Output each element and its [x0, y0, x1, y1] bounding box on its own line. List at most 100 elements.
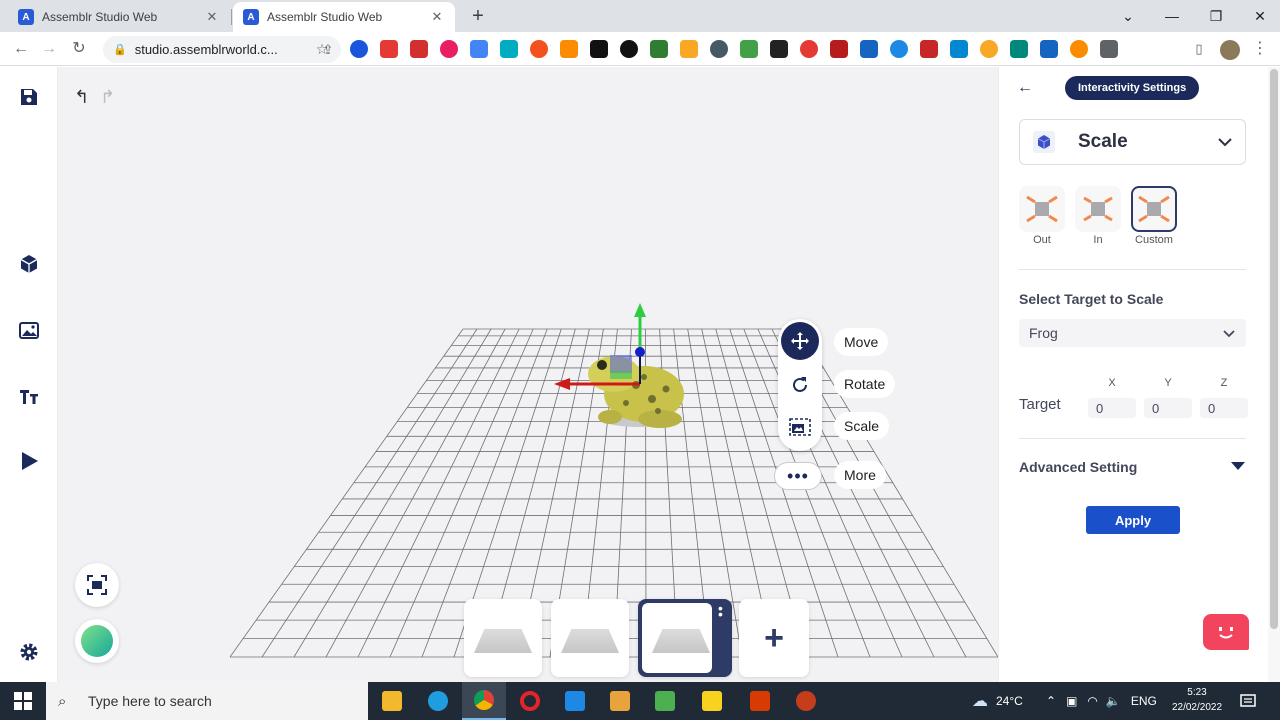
sticky-notes-icon[interactable]	[690, 682, 734, 720]
scale-option-custom[interactable]	[1131, 186, 1177, 232]
extension-icon[interactable]	[590, 40, 608, 58]
extension-icon[interactable]	[1100, 40, 1118, 58]
media-player-icon[interactable]	[598, 682, 642, 720]
move-label[interactable]: Move	[834, 328, 889, 356]
back-arrow-icon[interactable]: ←	[1017, 79, 1033, 97]
close-tab-icon[interactable]: ✕	[429, 9, 445, 25]
close-tab-icon[interactable]: ✕	[204, 9, 220, 25]
add-scene-button[interactable]: +	[739, 599, 809, 677]
extension-icon[interactable]	[440, 40, 458, 58]
scene-thumbnail[interactable]	[551, 599, 629, 677]
restore-button[interactable]: ❐	[1194, 0, 1238, 32]
powerpoint-icon[interactable]	[784, 682, 828, 720]
more-label[interactable]: More	[834, 461, 886, 489]
extension-icon[interactable]	[800, 40, 818, 58]
extension-icon[interactable]	[1040, 40, 1058, 58]
3d-object-icon[interactable]	[17, 252, 41, 276]
store-icon[interactable]	[553, 682, 597, 720]
profile-avatar[interactable]	[1220, 40, 1240, 60]
scene-thumbnail[interactable]	[464, 599, 542, 677]
extension-icon[interactable]	[410, 40, 428, 58]
scale-label[interactable]: Scale	[834, 412, 890, 440]
settings-gear-icon[interactable]	[17, 640, 41, 664]
close-window-button[interactable]: ✕	[1238, 0, 1280, 32]
undo-icon[interactable]: ↰	[74, 87, 89, 108]
environment-button[interactable]	[75, 619, 119, 663]
image-icon[interactable]	[17, 318, 41, 342]
panel-scrollbar[interactable]	[1268, 67, 1280, 682]
minimize-button[interactable]: —	[1150, 0, 1194, 32]
wifi-icon[interactable]: ◠	[1087, 694, 1097, 708]
file-explorer-icon[interactable]	[370, 682, 414, 720]
tab-search-icon[interactable]: ⌄	[1106, 0, 1150, 32]
target-object-select[interactable]: Frog	[1019, 319, 1246, 347]
chevron-up-icon[interactable]: ⌃	[1046, 694, 1056, 708]
advanced-setting-toggle[interactable]: Advanced Setting	[1019, 459, 1137, 475]
save-icon[interactable]	[17, 85, 41, 109]
extension-icon[interactable]	[890, 40, 908, 58]
3d-viewport[interactable]: ↰ ↱ Move Rotate Scale ••• More • • +	[58, 67, 998, 682]
taskbar-search[interactable]: ⌕ Type here to search	[46, 682, 368, 720]
extension-icon[interactable]	[740, 40, 758, 58]
extension-icon[interactable]	[1070, 40, 1088, 58]
target-x-input[interactable]	[1088, 398, 1136, 418]
bookmark-star-icon[interactable]: ☆	[311, 38, 333, 60]
animation-type-select[interactable]: Scale	[1019, 119, 1246, 165]
extension-icon[interactable]	[530, 40, 548, 58]
text-icon[interactable]	[17, 384, 41, 408]
office-icon[interactable]	[738, 682, 782, 720]
weather-widget[interactable]: ☁ 24°C	[972, 682, 1023, 720]
scale-option-in[interactable]	[1075, 186, 1121, 232]
extension-icon[interactable]	[770, 40, 788, 58]
more-options-button[interactable]: •••	[774, 462, 822, 490]
extension-icon[interactable]	[950, 40, 968, 58]
forward-icon[interactable]: →	[38, 38, 60, 60]
extension-icon[interactable]	[860, 40, 878, 58]
play-icon[interactable]	[17, 449, 41, 473]
extension-icon[interactable]	[470, 40, 488, 58]
extension-icon[interactable]	[830, 40, 848, 58]
browser-tab-active[interactable]: A Assemblr Studio Web ✕	[233, 2, 455, 32]
new-tab-button[interactable]: +	[468, 5, 488, 27]
scale-option-out[interactable]	[1019, 186, 1065, 232]
edge-icon[interactable]	[416, 682, 460, 720]
target-y-input[interactable]	[1144, 398, 1192, 418]
browser-menu-icon[interactable]: ⋮	[1250, 38, 1270, 60]
transform-gizmo[interactable]	[548, 299, 698, 439]
extension-icon[interactable]	[980, 40, 998, 58]
chrome-icon[interactable]	[462, 682, 506, 720]
extension-icon[interactable]	[500, 40, 518, 58]
extension-icon[interactable]	[560, 40, 578, 58]
extension-icon[interactable]	[680, 40, 698, 58]
chat-support-button[interactable]	[1203, 614, 1249, 650]
rotate-label[interactable]: Rotate	[834, 370, 896, 398]
extension-icon[interactable]	[710, 40, 728, 58]
volume-icon[interactable]: 🔈	[1106, 694, 1121, 708]
extension-icon[interactable]	[1010, 40, 1028, 58]
apply-button[interactable]: Apply	[1086, 506, 1180, 534]
extension-icon[interactable]	[380, 40, 398, 58]
extension-icon[interactable]	[650, 40, 668, 58]
language-indicator[interactable]: ENG	[1131, 694, 1157, 708]
fit-view-button[interactable]	[75, 563, 119, 607]
address-bar[interactable]: 🔒 studio.assemblrworld.c... ⇪	[103, 36, 341, 63]
opera-icon[interactable]	[508, 682, 552, 720]
notification-icon[interactable]	[1240, 682, 1256, 720]
reload-icon[interactable]: ↻	[68, 38, 90, 60]
back-icon[interactable]: ←	[10, 38, 32, 60]
move-tool-button[interactable]	[781, 322, 819, 360]
meet-icon[interactable]: ▣	[1066, 694, 1077, 708]
rotate-tool-button[interactable]	[781, 366, 819, 404]
system-clock[interactable]: 5:23 22/02/2022	[1166, 685, 1228, 715]
scene-menu-icon[interactable]: • •	[718, 601, 723, 621]
caret-down-icon[interactable]	[1231, 462, 1245, 470]
scene-thumbnail-active[interactable]: • •	[638, 599, 732, 677]
start-button[interactable]	[0, 682, 46, 720]
browser-tab[interactable]: A Assemblr Studio Web ✕	[8, 2, 230, 32]
side-panel-icon[interactable]: ▯	[1188, 38, 1210, 60]
extension-icon[interactable]	[920, 40, 938, 58]
scale-tool-button[interactable]	[781, 408, 819, 446]
extension-icon[interactable]	[620, 40, 638, 58]
redo-icon[interactable]: ↱	[100, 87, 115, 108]
target-z-input[interactable]	[1200, 398, 1248, 418]
